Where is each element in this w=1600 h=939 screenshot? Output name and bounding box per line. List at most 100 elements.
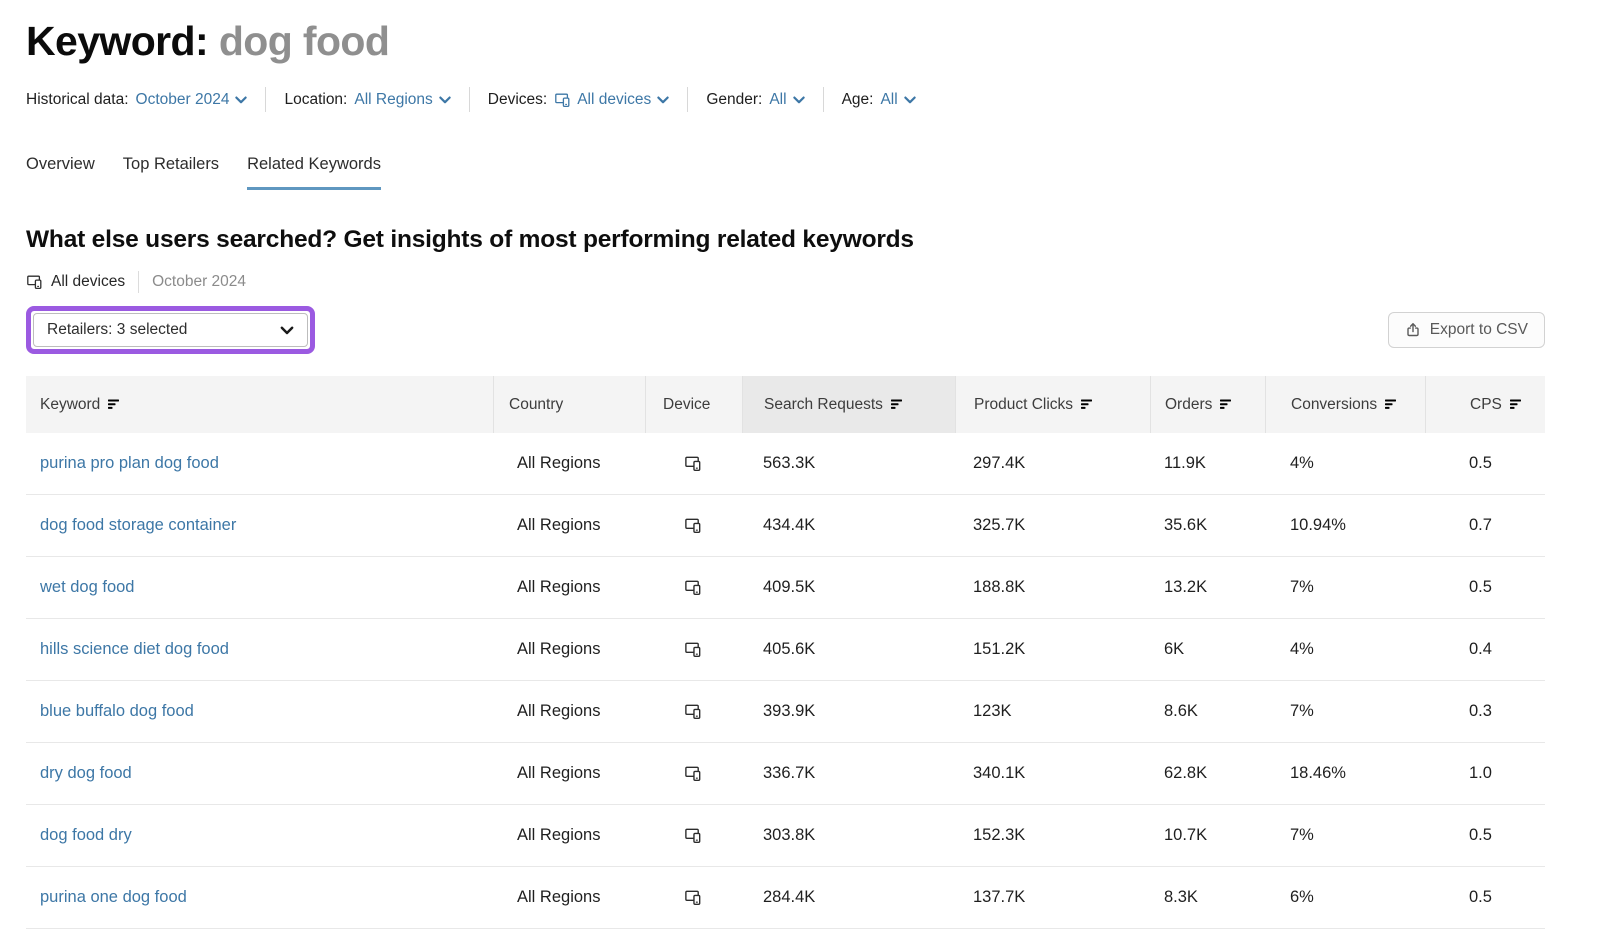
- conversions-cell: 7%: [1265, 702, 1425, 721]
- chevron-down-icon: [793, 96, 805, 104]
- column-header-country[interactable]: Country: [493, 376, 645, 433]
- all-devices-icon: [684, 889, 702, 906]
- cps-cell: 0.5: [1425, 888, 1545, 907]
- sort-icon: [1081, 399, 1094, 410]
- device-cell: [645, 579, 742, 596]
- all-devices-icon: [26, 274, 43, 290]
- column-header-device[interactable]: Device: [645, 376, 742, 433]
- keyword-link[interactable]: wet dog food: [40, 578, 135, 597]
- conversions-cell: 7%: [1265, 826, 1425, 845]
- section-sub-info: All devices October 2024: [26, 271, 1574, 293]
- sort-icon: [1220, 399, 1233, 410]
- device-cell: [645, 765, 742, 782]
- filter-gender-value[interactable]: All: [769, 91, 804, 109]
- filter-historical-data-value[interactable]: October 2024: [136, 91, 248, 109]
- product-clicks-cell: 123K: [955, 702, 1150, 721]
- tab-overview[interactable]: Overview: [26, 155, 95, 190]
- column-header-orders[interactable]: Orders: [1150, 376, 1265, 433]
- keyword-link[interactable]: blue buffalo dog food: [40, 702, 194, 721]
- product-clicks-cell: 340.1K: [955, 764, 1150, 783]
- orders-cell: 10.7K: [1150, 826, 1265, 845]
- export-to-csv-button[interactable]: Export to CSV: [1388, 312, 1545, 348]
- all-devices-icon: [684, 517, 702, 534]
- keyword-link[interactable]: hills science diet dog food: [40, 640, 229, 659]
- cps-cell: 0.3: [1425, 702, 1545, 721]
- product-clicks-cell: 325.7K: [955, 516, 1150, 535]
- filter-location-value[interactable]: All Regions: [354, 91, 450, 109]
- column-header-keyword[interactable]: Keyword: [26, 376, 493, 433]
- filter-historical-data: Historical data: October 2024: [26, 91, 247, 109]
- table-header: Keyword Country Device Search Requests P…: [26, 376, 1545, 433]
- search-requests-cell: 409.5K: [742, 578, 955, 597]
- all-devices-icon: [684, 579, 702, 596]
- all-devices-icon: [684, 703, 702, 720]
- table-row: blue buffalo dog food All Regions 393.9K…: [26, 681, 1545, 743]
- product-clicks-cell: 188.8K: [955, 578, 1150, 597]
- orders-cell: 8.6K: [1150, 702, 1265, 721]
- search-requests-cell: 303.8K: [742, 826, 955, 845]
- orders-cell: 35.6K: [1150, 516, 1265, 535]
- export-button-label: Export to CSV: [1430, 321, 1528, 339]
- conversions-cell: 10.94%: [1265, 516, 1425, 535]
- related-keywords-page: Keyword: dog food Historical data: Octob…: [0, 18, 1600, 929]
- keyword-link[interactable]: purina one dog food: [40, 888, 187, 907]
- tabs: Overview Top Retailers Related Keywords: [26, 155, 1574, 190]
- country-cell: All Regions: [493, 888, 645, 907]
- sort-icon: [108, 399, 121, 410]
- table-row: dry dog food All Regions 336.7K 340.1K 6…: [26, 743, 1545, 805]
- conversions-cell: 6%: [1265, 888, 1425, 907]
- table-row: wet dog food All Regions 409.5K 188.8K 1…: [26, 557, 1545, 619]
- column-header-conversions[interactable]: Conversions: [1265, 376, 1425, 433]
- filter-age-value[interactable]: All: [880, 91, 915, 109]
- cps-cell: 0.7: [1425, 516, 1545, 535]
- conversions-cell: 4%: [1265, 640, 1425, 659]
- chevron-down-icon: [439, 96, 451, 104]
- search-requests-cell: 434.4K: [742, 516, 955, 535]
- conversions-cell: 18.46%: [1265, 764, 1425, 783]
- device-cell: [645, 703, 742, 720]
- keyword-link[interactable]: dry dog food: [40, 764, 132, 783]
- column-header-cps[interactable]: CPS: [1425, 376, 1545, 433]
- keyword-link[interactable]: dog food dry: [40, 826, 132, 845]
- sub-info-devices: All devices: [51, 273, 125, 291]
- filter-location-label: Location:: [284, 91, 347, 109]
- column-header-product-clicks[interactable]: Product Clicks: [955, 376, 1150, 433]
- sort-icon-active: [891, 399, 904, 410]
- search-requests-cell: 336.7K: [742, 764, 955, 783]
- orders-cell: 62.8K: [1150, 764, 1265, 783]
- sort-icon: [1385, 399, 1398, 410]
- table-row: purina pro plan dog food All Regions 563…: [26, 433, 1545, 495]
- product-clicks-cell: 152.3K: [955, 826, 1150, 845]
- device-cell: [645, 641, 742, 658]
- filter-devices: Devices: All devices: [488, 91, 670, 109]
- export-icon: [1405, 322, 1421, 338]
- all-devices-icon: [684, 827, 702, 844]
- table-row: dog food dry All Regions 303.8K 152.3K 1…: [26, 805, 1545, 867]
- country-cell: All Regions: [493, 764, 645, 783]
- cps-cell: 0.5: [1425, 578, 1545, 597]
- keyword-link[interactable]: purina pro plan dog food: [40, 454, 219, 473]
- retailers-dropdown[interactable]: Retailers: 3 selected: [33, 313, 308, 347]
- tab-related-keywords[interactable]: Related Keywords: [247, 155, 381, 190]
- keyword-link[interactable]: dog food storage container: [40, 516, 236, 535]
- table-row: dog food storage container All Regions 4…: [26, 495, 1545, 557]
- filter-historical-data-label: Historical data:: [26, 91, 129, 109]
- all-devices-icon: [684, 641, 702, 658]
- country-cell: All Regions: [493, 578, 645, 597]
- filter-divider: [823, 87, 824, 112]
- orders-cell: 13.2K: [1150, 578, 1265, 597]
- filter-location: Location: All Regions: [284, 91, 450, 109]
- filter-devices-value[interactable]: All devices: [554, 91, 669, 109]
- filter-divider: [469, 87, 470, 112]
- page-title-keyword: dog food: [219, 18, 390, 64]
- retailers-dropdown-label: Retailers: 3 selected: [47, 321, 187, 339]
- page-title-label: Keyword:: [26, 18, 208, 64]
- orders-cell: 6K: [1150, 640, 1265, 659]
- orders-cell: 8.3K: [1150, 888, 1265, 907]
- cps-cell: 0.5: [1425, 826, 1545, 845]
- all-devices-icon: [554, 92, 571, 108]
- search-requests-cell: 563.3K: [742, 454, 955, 473]
- tab-top-retailers[interactable]: Top Retailers: [123, 155, 219, 190]
- column-header-search-requests[interactable]: Search Requests: [742, 376, 955, 433]
- search-requests-cell: 393.9K: [742, 702, 955, 721]
